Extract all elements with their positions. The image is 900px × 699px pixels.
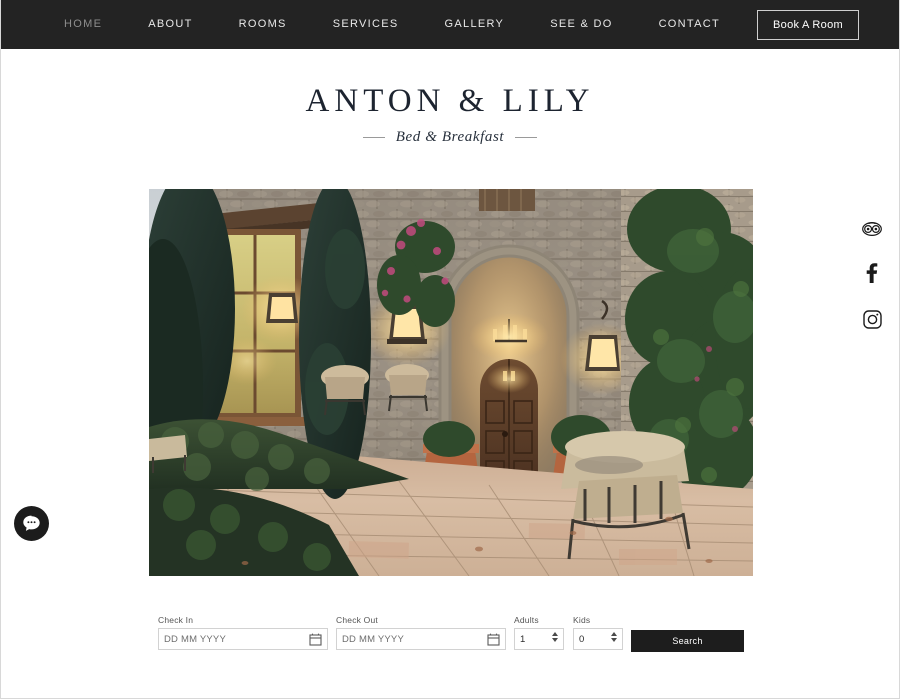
top-navigation-bar: HOME ABOUT ROOMS SERVICES GALLERY SEE & … bbox=[1, 0, 899, 49]
kids-field-group: Kids 0 bbox=[573, 615, 623, 650]
adults-spinner-arrows[interactable] bbox=[552, 632, 558, 642]
tripadvisor-icon[interactable] bbox=[862, 221, 882, 241]
nav-item-contact[interactable]: CONTACT bbox=[636, 0, 743, 49]
booking-search-bar: Check In DD MM YYYY Check Out DD MM YYYY bbox=[158, 615, 748, 655]
nav-item-see-and-do[interactable]: SEE & DO bbox=[527, 0, 635, 49]
page-root: HOME ABOUT ROOMS SERVICES GALLERY SEE & … bbox=[0, 0, 900, 699]
calendar-icon[interactable] bbox=[309, 633, 322, 651]
instagram-icon[interactable] bbox=[862, 310, 882, 334]
adults-field-group: Adults 1 bbox=[514, 615, 564, 650]
site-subtitle: Bed & Breakfast bbox=[395, 128, 505, 145]
check-in-field-group: Check In DD MM YYYY bbox=[158, 615, 328, 650]
hero-image bbox=[149, 189, 753, 576]
book-a-room-button[interactable]: Book A Room bbox=[757, 9, 859, 40]
check-out-placeholder: DD MM YYYY bbox=[342, 633, 405, 645]
chat-widget-button[interactable] bbox=[14, 506, 49, 541]
nav-links: HOME ABOUT ROOMS SERVICES GALLERY SEE & … bbox=[41, 0, 859, 49]
adults-value: 1 bbox=[520, 633, 526, 645]
search-button[interactable]: Search bbox=[631, 630, 744, 652]
calendar-icon[interactable] bbox=[487, 633, 500, 651]
check-in-input[interactable]: DD MM YYYY bbox=[158, 628, 328, 650]
kids-label: Kids bbox=[573, 615, 591, 625]
nav-item-about[interactable]: ABOUT bbox=[125, 0, 215, 49]
check-out-label: Check Out bbox=[336, 615, 378, 625]
site-subtitle-row: Bed & Breakfast bbox=[1, 129, 899, 146]
check-in-placeholder: DD MM YYYY bbox=[164, 633, 227, 645]
site-title: ANTON & LILY bbox=[305, 83, 595, 119]
hero-illustration bbox=[149, 189, 753, 576]
brand-header: ANTON & LILY Bed & Breakfast bbox=[1, 82, 899, 146]
nav-item-services[interactable]: SERVICES bbox=[310, 0, 422, 49]
kids-stepper[interactable]: 0 bbox=[573, 628, 623, 650]
nav-item-rooms[interactable]: ROOMS bbox=[216, 0, 310, 49]
kids-spinner-arrows[interactable] bbox=[611, 632, 617, 642]
check-in-label: Check In bbox=[158, 615, 194, 625]
facebook-icon[interactable] bbox=[866, 263, 878, 288]
check-out-input[interactable]: DD MM YYYY bbox=[336, 628, 506, 650]
rule-left-decoration bbox=[362, 136, 385, 138]
adults-label: Adults bbox=[514, 615, 539, 625]
chat-bubble-icon bbox=[23, 515, 40, 531]
rule-right-decoration bbox=[515, 136, 538, 138]
social-links bbox=[862, 221, 882, 334]
nav-item-home[interactable]: HOME bbox=[41, 0, 125, 49]
check-out-field-group: Check Out DD MM YYYY bbox=[336, 615, 506, 650]
adults-stepper[interactable]: 1 bbox=[514, 628, 564, 650]
nav-item-gallery[interactable]: GALLERY bbox=[422, 0, 528, 49]
kids-value: 0 bbox=[579, 633, 585, 645]
